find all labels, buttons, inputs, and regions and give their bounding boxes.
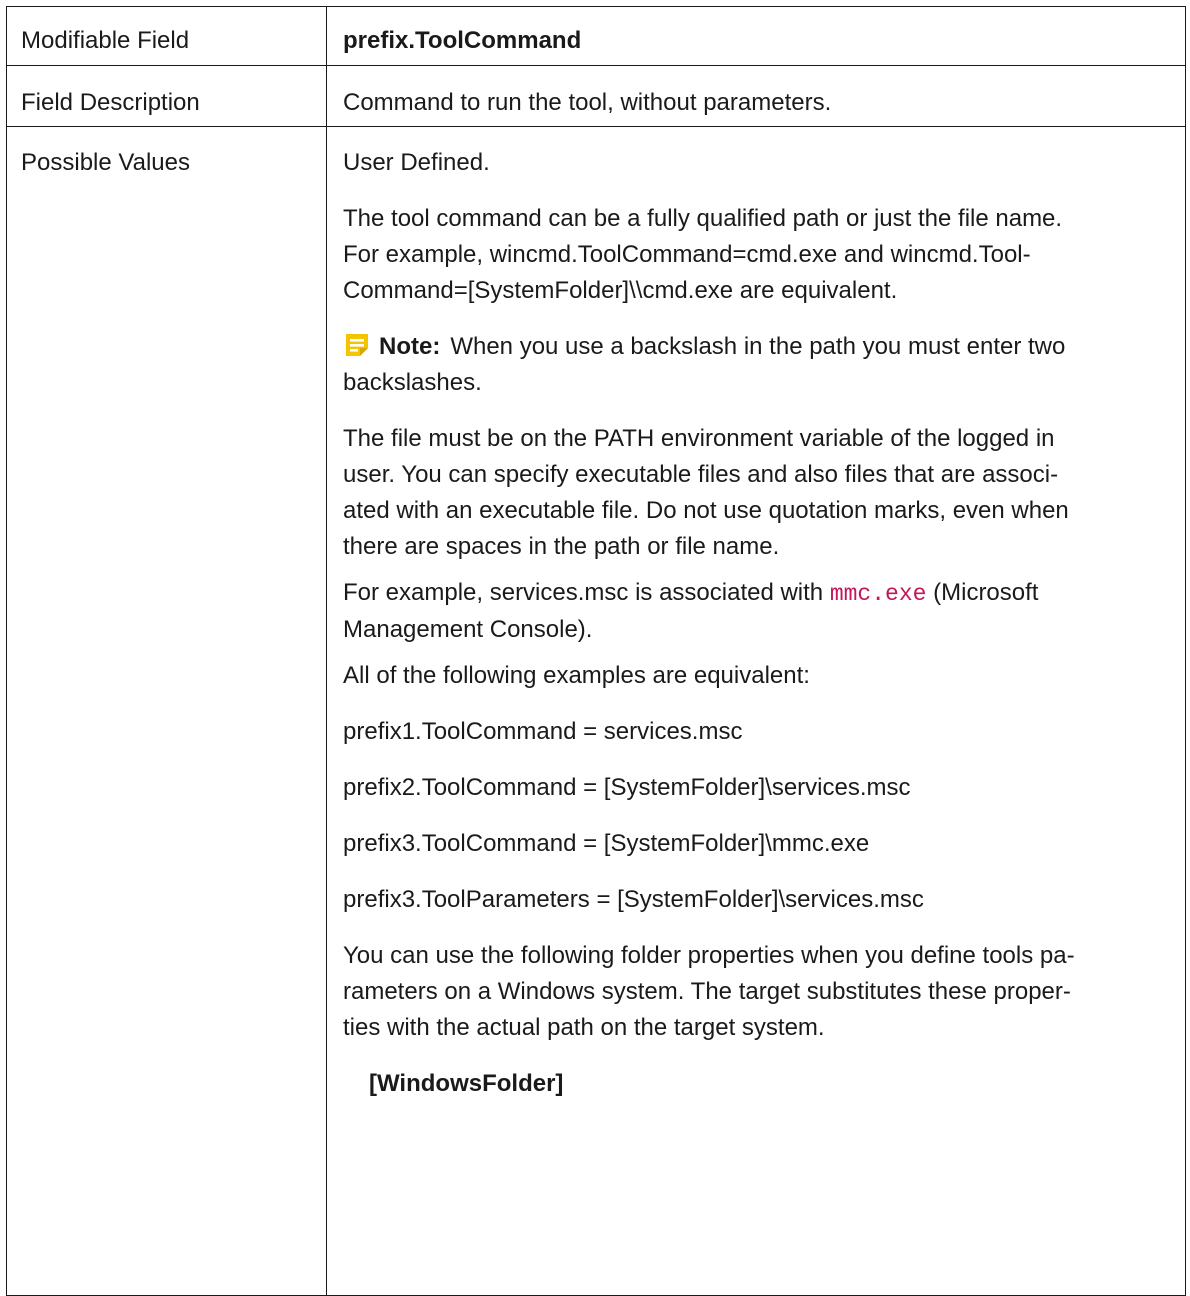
field-description-label: Field Description (6, 65, 327, 127)
paragraph-line: rameters on a Windows system. The target… (343, 978, 1071, 1005)
tool-command-paragraph: The tool command can be a fully qualifie… (343, 201, 1169, 309)
paragraph-line: The tool command can be a fully qualifie… (343, 205, 1063, 232)
modifiable-field-value: prefix.ToolCommand (326, 6, 1186, 66)
path-requirement-paragraph: The file must be on the PATH environment… (343, 421, 1169, 565)
possible-values-label: Possible Values (6, 126, 327, 1296)
note-icon (343, 331, 371, 359)
example-line: prefix3.ToolCommand = [SystemFolder]\mmc… (343, 830, 870, 857)
paragraph-line: Command=[SystemFolder]\\cmd.exe are equi… (343, 277, 898, 304)
user-defined-text: User Defined. (343, 149, 490, 176)
table-row: Modifiable Field prefix.ToolCommand (6, 6, 1186, 66)
paragraph-line: there are spaces in the path or file nam… (343, 533, 780, 560)
folder-properties-paragraph: You can use the following folder propert… (343, 938, 1169, 1046)
example-line: prefix2.ToolCommand = [SystemFolder]\ser… (343, 774, 911, 801)
note-text: backslashes. (343, 369, 482, 396)
equivalent-intro: All of the following examples are equiva… (343, 662, 810, 689)
code-mmc-exe: mmc.exe (829, 581, 927, 607)
paragraph-line: Management Console). (343, 616, 593, 643)
paragraph-line: For example, wincmd.ToolCommand=cmd.exe … (343, 241, 1031, 268)
paragraph-text: For example, services.msc is associated … (343, 579, 830, 606)
services-example-paragraph: For example, services.msc is associated … (343, 575, 1169, 648)
paragraph-text: (Microsoft (926, 579, 1039, 606)
paragraph-line: user. You can specify executable files a… (343, 461, 1059, 488)
paragraph-line: ties with the actual path on the target … (343, 1014, 825, 1041)
table-row: Field Description Command to run the too… (6, 65, 1186, 127)
windows-folder-heading: [WindowsFolder] (369, 1070, 564, 1097)
property-table: Modifiable Field prefix.ToolCommand Fiel… (6, 6, 1186, 1296)
example-line: prefix3.ToolParameters = [SystemFolder]\… (343, 886, 924, 913)
paragraph-line: The file must be on the PATH environment… (343, 425, 1055, 452)
possible-values-content: User Defined. The tool command can be a … (326, 126, 1186, 1296)
note-label: Note: (379, 333, 441, 360)
paragraph-line: You can use the following folder propert… (343, 942, 1075, 969)
example-line: prefix1.ToolCommand = services.msc (343, 718, 743, 745)
note-text: When you use a backslash in the path you… (450, 333, 1066, 360)
table-row: Possible Values User Defined. The tool c… (6, 126, 1186, 1296)
note-block: Note: When you use a backslash in the pat… (343, 329, 1169, 401)
modifiable-field-label: Modifiable Field (6, 6, 327, 66)
field-description-value: Command to run the tool, without paramet… (326, 65, 1186, 127)
paragraph-line: ated with an executable file. Do not use… (343, 497, 1069, 524)
